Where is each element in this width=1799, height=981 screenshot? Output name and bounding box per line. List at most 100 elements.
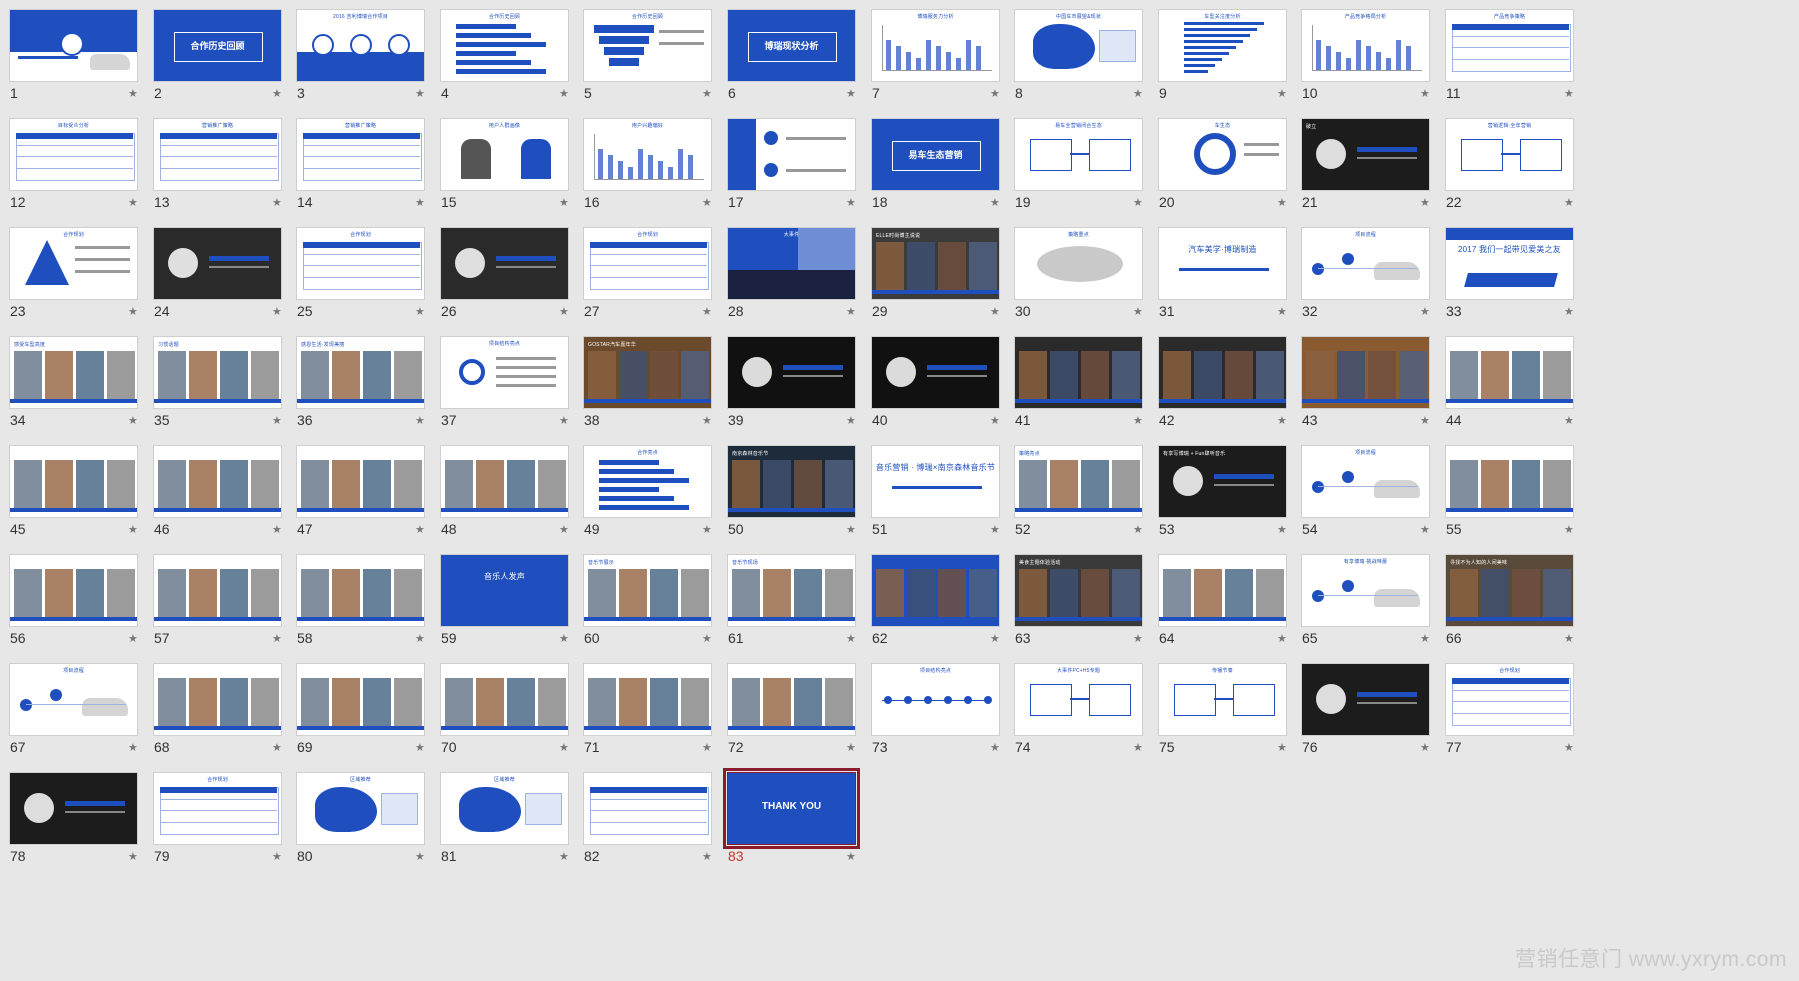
slide-thumbnail[interactable]: 产品竞争格局分析 [1301, 9, 1430, 82]
slide-item[interactable]: 营销推广策略 14 ★ [287, 109, 433, 233]
slide-thumbnail[interactable] [1158, 336, 1287, 409]
slide-thumbnail[interactable] [727, 336, 856, 409]
slide-item[interactable]: 用户兴趣偏好 16 ★ [574, 109, 720, 233]
slide-item[interactable]: 南京森林音乐节 50 ★ [718, 436, 864, 560]
slide-thumbnail[interactable] [296, 663, 425, 736]
slide-item[interactable]: 合作规划 27 ★ [574, 218, 720, 342]
slide-item[interactable]: 合作历史回顾 5 ★ [574, 0, 720, 124]
slide-thumbnail[interactable] [583, 663, 712, 736]
slide-thumbnail[interactable] [1301, 336, 1430, 409]
slide-thumbnail[interactable] [153, 445, 282, 518]
slide-item[interactable]: 车生态 20 ★ [1149, 109, 1295, 233]
slide-thumbnail[interactable]: 项目流程 [9, 663, 138, 736]
slide-thumbnail[interactable] [871, 554, 1000, 627]
slide-item[interactable]: 项目流程 67 ★ [0, 654, 146, 778]
slide-item[interactable]: 58 ★ [287, 545, 433, 669]
slide-thumbnail[interactable] [153, 227, 282, 300]
slide-item[interactable]: 64 ★ [1149, 545, 1295, 669]
slide-thumbnail[interactable]: 美食主题体验活动 [1014, 554, 1143, 627]
slide-item[interactable]: 71 ★ [574, 654, 720, 778]
slide-item[interactable]: 音乐节展示 60 ★ [574, 545, 720, 669]
slide-item[interactable]: 2017 我们一起带见爱美之友 33 ★ [1436, 218, 1582, 342]
slide-item[interactable]: 62 ★ [862, 545, 1008, 669]
slide-thumbnail[interactable]: 合作规划 [583, 227, 712, 300]
slide-thumbnail[interactable] [1445, 336, 1574, 409]
slide-thumbnail[interactable] [1445, 445, 1574, 518]
slide-item[interactable]: 41 ★ [1005, 327, 1151, 451]
slide-thumbnail[interactable] [1158, 554, 1287, 627]
slide-thumbnail[interactable]: 策略重点 [1014, 227, 1143, 300]
slide-item[interactable]: 大事件 28 ★ [718, 218, 864, 342]
slide-thumbnail[interactable]: THANK YOU [723, 768, 860, 849]
slide-thumbnail[interactable]: 营销推广策略 [296, 118, 425, 191]
slide-item[interactable]: 营销逻辑·全年营销 22 ★ [1436, 109, 1582, 233]
slide-thumbnail[interactable]: 合作规划 [1445, 663, 1574, 736]
slide-thumbnail[interactable] [727, 118, 856, 191]
slide-thumbnail[interactable] [583, 772, 712, 845]
slide-item[interactable]: 39 ★ [718, 327, 864, 451]
slide-item[interactable]: 项目结构亮点 73 ★ [862, 654, 1008, 778]
slide-item[interactable]: 43 ★ [1292, 327, 1438, 451]
slide-item[interactable]: 82 ★ [574, 763, 720, 887]
slide-item[interactable]: 目标受众分析 12 ★ [0, 109, 146, 233]
slide-thumbnail[interactable]: 合作亮点 [583, 445, 712, 518]
slide-thumbnail[interactable] [440, 227, 569, 300]
slide-thumbnail[interactable]: 破立 [1301, 118, 1430, 191]
slide-thumbnail[interactable]: 车型关注度分析 [1158, 9, 1287, 82]
slide-item[interactable]: 55 ★ [1436, 436, 1582, 560]
slide-item[interactable]: 策略亮点 52 ★ [1005, 436, 1151, 560]
slide-thumbnail[interactable]: 大事件 [727, 227, 856, 300]
slide-thumbnail[interactable]: 2016 吉利博瑞合作项目 [296, 9, 425, 82]
slide-item[interactable]: 合作规划 23 ★ [0, 218, 146, 342]
slide-thumbnail[interactable]: 博瑞服务力分析 [871, 9, 1000, 82]
slide-item[interactable]: 博瑞现状分析 6 ★ [718, 0, 864, 124]
slide-item[interactable]: 寻找不为人知的人间美味 66 ★ [1436, 545, 1582, 669]
slide-thumbnail[interactable]: 大事件PC+H5专题 [1014, 663, 1143, 736]
slide-item[interactable]: 44 ★ [1436, 327, 1582, 451]
slide-item[interactable]: 17 ★ [718, 109, 864, 233]
slide-item[interactable]: 合作历史回顾 2 ★ [144, 0, 290, 124]
slide-item[interactable]: 汽车美学·博瑞制造 31 ★ [1149, 218, 1295, 342]
slide-thumbnail[interactable]: 合作历史回顾 [583, 9, 712, 82]
slide-item[interactable]: 有享博瑞·挑战味蕾 65 ★ [1292, 545, 1438, 669]
slide-thumbnail[interactable]: 合作规划 [9, 227, 138, 300]
slide-item[interactable]: 70 ★ [431, 654, 577, 778]
slide-thumbnail[interactable] [727, 663, 856, 736]
slide-thumbnail[interactable]: 项目流程 [1301, 227, 1430, 300]
slide-item[interactable]: 产品竞争格局分析 10 ★ [1292, 0, 1438, 124]
slide-item[interactable]: 68 ★ [144, 654, 290, 778]
slide-thumbnail[interactable]: 中国车市展望&现状 [1014, 9, 1143, 82]
slide-thumbnail[interactable]: 产品竞争策略 [1445, 9, 1574, 82]
slide-item[interactable]: 46 ★ [144, 436, 290, 560]
slide-thumbnail[interactable]: 目标受众分析 [9, 118, 138, 191]
slide-thumbnail[interactable]: 感受车型高度 [9, 336, 138, 409]
slide-thumbnail[interactable]: 吉利博瑞2017年度营销方案 [9, 9, 138, 82]
slide-item[interactable]: 45 ★ [0, 436, 146, 560]
slide-item[interactable]: 感恩生活·发现美丽 36 ★ [287, 327, 433, 451]
slide-thumbnail[interactable]: 有享写博瑞 + Fun肆听音乐 [1158, 445, 1287, 518]
slide-item[interactable]: GOSTAR汽车嘉年华 38 ★ [574, 327, 720, 451]
slide-item[interactable]: 合作规划 77 ★ [1436, 654, 1582, 778]
slide-thumbnail[interactable] [153, 554, 282, 627]
slide-item[interactable]: 区域推荐 81 ★ [431, 763, 577, 887]
slide-item[interactable]: 72 ★ [718, 654, 864, 778]
slide-item[interactable]: 大事件PC+H5专题 74 ★ [1005, 654, 1151, 778]
slide-item[interactable]: 用户人群画像 15 ★ [431, 109, 577, 233]
slide-thumbnail[interactable]: 车生态 [1158, 118, 1287, 191]
slide-item[interactable]: 42 ★ [1149, 327, 1295, 451]
slide-thumbnail[interactable]: 合作规划 [296, 227, 425, 300]
slide-thumbnail[interactable]: 区域推荐 [296, 772, 425, 845]
slide-thumbnail[interactable] [440, 663, 569, 736]
slide-item[interactable]: 24 ★ [144, 218, 290, 342]
slide-item[interactable]: 破立 21 ★ [1292, 109, 1438, 233]
slide-thumbnail[interactable]: 合作历史回顾 [440, 9, 569, 82]
slide-thumbnail[interactable]: 音乐节现场 [727, 554, 856, 627]
slide-thumbnail[interactable]: 博瑞现状分析 [727, 9, 856, 82]
slide-thumbnail[interactable] [9, 772, 138, 845]
slide-thumbnail[interactable] [9, 554, 138, 627]
slide-thumbnail[interactable]: 易车全营销闭合生态 [1014, 118, 1143, 191]
slide-thumbnail[interactable] [871, 336, 1000, 409]
slide-thumbnail[interactable] [1014, 336, 1143, 409]
slide-item[interactable]: 传播节奏 75 ★ [1149, 654, 1295, 778]
slide-item[interactable]: ELLE时尚博主说说 29 ★ [862, 218, 1008, 342]
